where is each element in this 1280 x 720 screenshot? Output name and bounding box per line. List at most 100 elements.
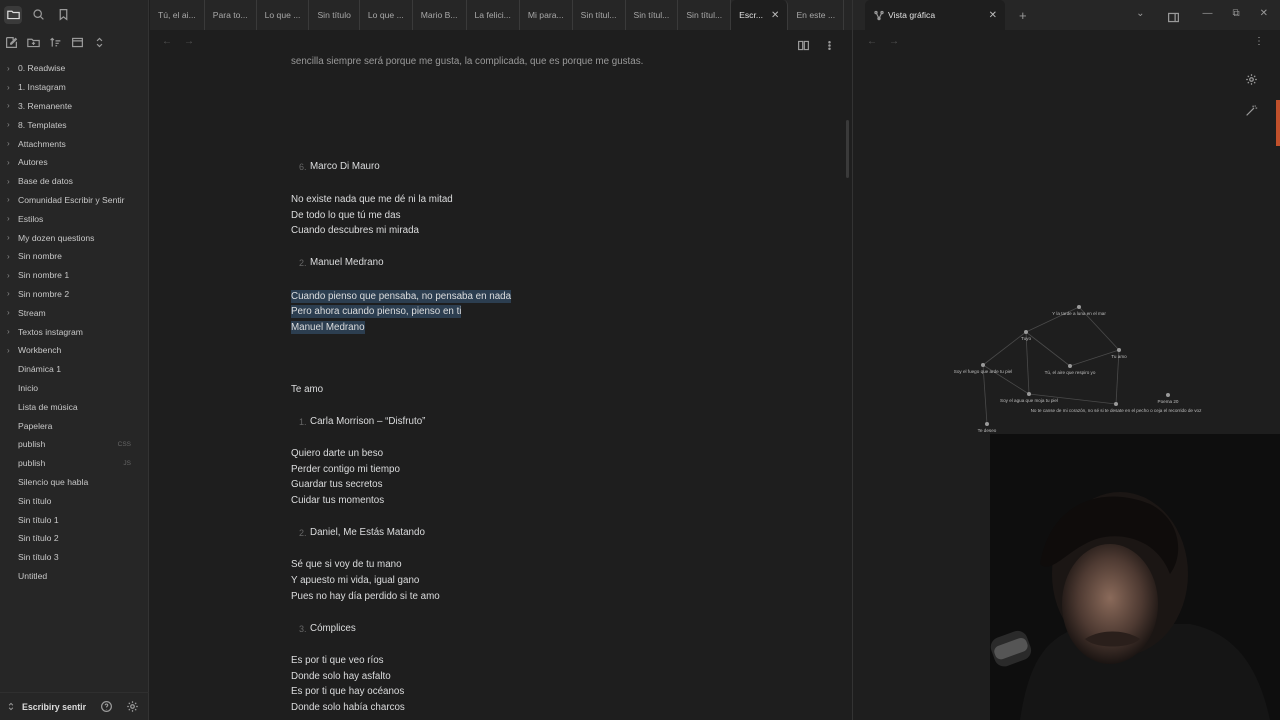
chevron-right-icon: ›	[7, 63, 10, 73]
tree-item-label: Sin título	[18, 495, 52, 506]
tree-file[interactable]: publish JS	[0, 454, 149, 473]
tree-item-label: Sin nombre 1	[18, 270, 70, 281]
text-line: Perder contigo mi tiempo	[291, 464, 400, 475]
chevron-right-icon: ›	[7, 195, 10, 205]
tab[interactable]: Para to...	[205, 0, 257, 30]
graph-view[interactable]: ← → ⋮ Y la tarde a luna en el mar Tuyo Tu …	[853, 30, 1280, 434]
tree-folder[interactable]: › My dozen questions	[0, 228, 149, 247]
settings-icon[interactable]	[123, 698, 141, 716]
tab[interactable]: Sin títul...	[626, 0, 679, 30]
tab-graph-view[interactable]: Vista gráfica ✕	[865, 0, 1005, 30]
tree-folder[interactable]: › 0. Readwise	[0, 59, 149, 78]
more-icon[interactable]	[820, 36, 838, 54]
tab[interactable]: Sin título	[309, 0, 360, 30]
book-icon[interactable]	[794, 36, 812, 54]
sort-icon[interactable]	[46, 33, 64, 51]
tab[interactable]: Sin títul...	[678, 0, 732, 30]
graph-node[interactable]	[1117, 348, 1121, 352]
tree-item-label: Estilos	[18, 213, 44, 224]
tree-folder[interactable]: › Stream	[0, 303, 149, 322]
chevron-right-icon: ›	[7, 214, 10, 224]
tree-file[interactable]: Dinámica 1	[0, 360, 149, 379]
tab[interactable]: Mario B...	[413, 0, 467, 30]
tree-folder[interactable]: › 3. Remanente	[0, 97, 149, 116]
tree-file[interactable]: Papelera	[0, 416, 149, 435]
new-tab-button[interactable]: +	[1019, 8, 1027, 23]
tree-folder[interactable]: › Autores	[0, 153, 149, 172]
tree-file[interactable]: Lista de música	[0, 397, 149, 416]
close-window-icon[interactable]: ✕	[1260, 8, 1268, 26]
tab[interactable]: En este ...	[788, 0, 845, 30]
tree-file[interactable]: Sin título 2	[0, 529, 149, 548]
vault-switcher[interactable]: Escribiry sentir	[0, 692, 149, 720]
chevron-down-icon[interactable]: ⌄	[1136, 8, 1144, 26]
help-icon[interactable]	[97, 698, 115, 716]
graph-node[interactable]	[1114, 402, 1118, 406]
search-icon[interactable]	[29, 6, 47, 24]
chevron-updown-icon	[6, 698, 16, 716]
new-note-icon[interactable]	[2, 33, 20, 51]
tree-file[interactable]: Sin título 1	[0, 510, 149, 529]
text-line: Quiero darte un beso	[291, 448, 384, 459]
tree-folder[interactable]: › Comunidad Escribir y Sentir	[0, 191, 149, 210]
tree-folder[interactable]: › Textos instagram	[0, 322, 149, 341]
new-folder-icon[interactable]	[24, 33, 42, 51]
tab[interactable]: La felici...	[467, 0, 520, 30]
tree-item-label: Lista de música	[18, 401, 78, 412]
list-number: 6.	[299, 162, 307, 172]
collapse-icon[interactable]	[68, 33, 86, 51]
tree-item-label: Papelera	[18, 420, 53, 431]
graph-node[interactable]	[1077, 305, 1081, 309]
tab-label: Sin títul...	[580, 10, 617, 20]
tree-file[interactable]: publish CSS	[0, 435, 149, 454]
bookmark-icon[interactable]	[54, 6, 72, 24]
text-line: No existe nada que me dé ni la mitad	[291, 194, 453, 205]
close-icon[interactable]: ✕	[989, 10, 997, 21]
layout-icon[interactable]	[1164, 8, 1182, 26]
minimize-icon[interactable]: —	[1202, 8, 1212, 26]
graph-node[interactable]	[981, 363, 985, 367]
tree-folder[interactable]: › Estilos	[0, 209, 149, 228]
close-tab-icon[interactable]: ✕	[771, 10, 779, 21]
tab[interactable]: Sin títul...	[573, 0, 626, 30]
editor-scrollbar[interactable]	[846, 120, 849, 178]
graph-node[interactable]	[1068, 364, 1072, 368]
expand-icon[interactable]	[90, 33, 108, 51]
tree-item-label: Stream	[18, 307, 46, 318]
tab-label: Para to...	[212, 10, 248, 20]
tree-folder[interactable]: › Sin nombre 1	[0, 266, 149, 285]
tree-item-label: Inicio	[18, 382, 39, 393]
tab[interactable]: Mi para...	[520, 0, 573, 30]
tree-folder[interactable]: › 1. Instagram	[0, 78, 149, 97]
graph-canvas[interactable]: Y la tarde a luna en el mar Tuyo Tu amo Soy…	[853, 30, 1280, 434]
graph-node[interactable]	[1024, 330, 1028, 334]
graph-tab-bar: Vista gráfica ✕ + ⌄ — ⧉ ✕	[853, 0, 1280, 30]
chevron-right-icon: ›	[7, 289, 10, 299]
tab[interactable]: Lo que ...	[360, 0, 413, 30]
maximize-icon[interactable]: ⧉	[1232, 8, 1239, 26]
graph-node[interactable]	[1166, 393, 1170, 397]
tab[interactable]: Tú, el ai...	[150, 0, 205, 30]
tree-folder[interactable]: › 8. Templates	[0, 115, 149, 134]
tree-folder[interactable]: › Base de datos	[0, 172, 149, 191]
folder-icon[interactable]	[4, 5, 22, 24]
text-line: Es por ti que hay océanos	[291, 686, 405, 697]
tree-file[interactable]: Sin título 3	[0, 548, 149, 567]
tree-folder[interactable]: › Sin nombre 2	[0, 285, 149, 304]
tree-folder[interactable]: › Workbench	[0, 341, 149, 360]
graph-edge	[982, 331, 1027, 366]
graph-node[interactable]	[985, 422, 989, 426]
tree-folder[interactable]: › Sin nombre	[0, 247, 149, 266]
tree-item-label: Sin nombre	[18, 251, 62, 262]
tree-item-label: Sin título 2	[18, 533, 59, 544]
tree-file[interactable]: Inicio	[0, 379, 149, 398]
tree-file[interactable]: Silencio que habla	[0, 473, 149, 492]
back-arrow-icon[interactable]: ←	[162, 36, 172, 47]
tree-folder[interactable]: › Attachments	[0, 134, 149, 153]
forward-arrow-icon[interactable]: →	[184, 36, 194, 47]
tree-file[interactable]: Sin título	[0, 491, 149, 510]
tree-file[interactable]: Untitled	[0, 567, 149, 586]
tab[interactable]: Escr... ✕	[731, 0, 789, 30]
tab[interactable]: Lo que ...	[257, 0, 310, 30]
graph-node[interactable]	[1027, 392, 1031, 396]
